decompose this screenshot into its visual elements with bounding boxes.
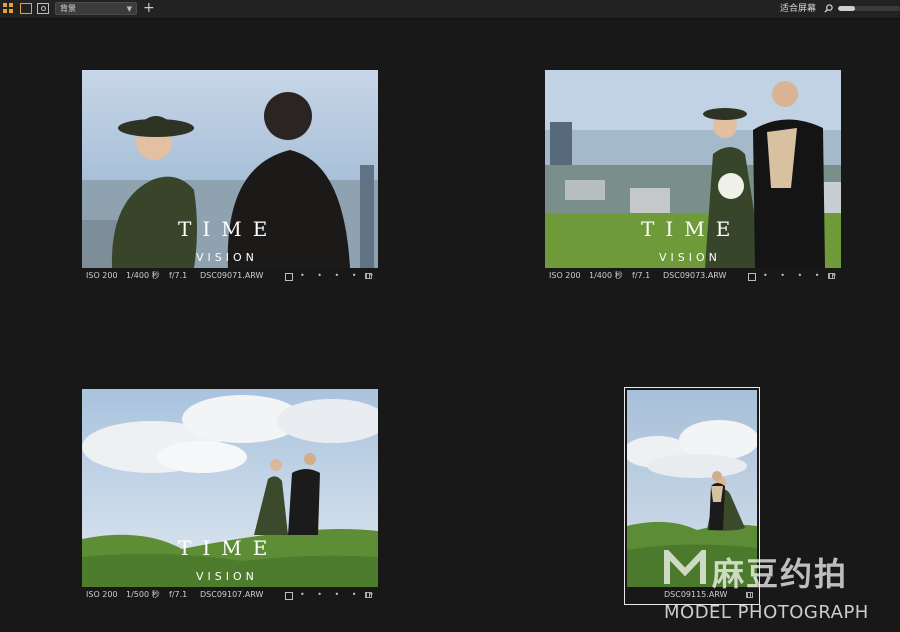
filename: DSC09071.ARW	[200, 271, 264, 280]
iso-value: ISO 200	[549, 271, 581, 280]
top-toolbar: 背景 ▼ + 适合屏幕	[0, 0, 900, 19]
thumbnail-meta-1: ISO 200 1/400 秒 f/7.1 DSC09071.ARW • • •…	[86, 269, 378, 283]
iso-value: ISO 200	[86, 271, 118, 280]
watermark-vision: VISION	[659, 251, 721, 264]
aperture-value: f/7.1	[169, 590, 188, 599]
background-select-value: 背景	[60, 4, 76, 13]
watermark-time: TIME	[641, 217, 741, 241]
photo-thumbnail-2[interactable]: TIME VISION	[545, 70, 841, 268]
shutter-value: 1/500 秒	[126, 590, 160, 599]
zoom-slider[interactable]	[838, 6, 900, 11]
aperture-value: f/7.1	[169, 271, 188, 280]
zoom-slider-fill	[838, 6, 856, 11]
shutter-value: 1/400 秒	[126, 271, 160, 280]
watermark-time: TIME	[178, 217, 278, 241]
tag-checkbox[interactable]	[748, 273, 756, 281]
thumbnail-meta-2: ISO 200 1/400 秒 f/7.1 DSC09073.ARW • • •…	[549, 269, 841, 283]
thumbnail-meta-3: ISO 200 1/500 秒 f/7.1 DSC09107.ARW • • •…	[86, 588, 378, 602]
aperture-value: f/7.1	[632, 271, 651, 280]
photo-thumbnail-1[interactable]: TIME VISION	[82, 70, 378, 268]
tag-checkbox[interactable]	[285, 273, 293, 281]
watermark-time: TIME	[178, 536, 278, 560]
info-icon[interactable]	[828, 273, 835, 279]
iso-value: ISO 200	[86, 590, 118, 599]
info-icon[interactable]	[365, 592, 372, 598]
watermark-vision: VISION	[196, 570, 258, 583]
single-view-icon[interactable]	[20, 3, 32, 14]
shutter-value: 1/400 秒	[589, 271, 623, 280]
brand-name-en: MODEL PHOTOGRAPH	[664, 602, 869, 623]
photo-thumbnail-3[interactable]: TIME VISION	[82, 389, 378, 587]
fit-to-screen-button[interactable]: 适合屏幕	[780, 0, 816, 18]
zoom-icon[interactable]	[824, 4, 833, 13]
filename: DSC09107.ARW	[200, 590, 264, 599]
background-select[interactable]: 背景 ▼	[55, 2, 137, 15]
watermark-vision: VISION	[196, 251, 258, 264]
tag-checkbox[interactable]	[285, 592, 293, 600]
grid-view-icon[interactable]	[3, 3, 15, 14]
info-icon[interactable]	[365, 273, 372, 279]
brand-logo-icon	[664, 550, 706, 584]
add-icon[interactable]: +	[143, 0, 155, 17]
chevron-down-icon: ▼	[126, 5, 132, 13]
compare-view-icon[interactable]	[37, 3, 49, 14]
filename: DSC09073.ARW	[663, 271, 727, 280]
brand-name-cn: 麻豆约拍	[712, 555, 849, 593]
